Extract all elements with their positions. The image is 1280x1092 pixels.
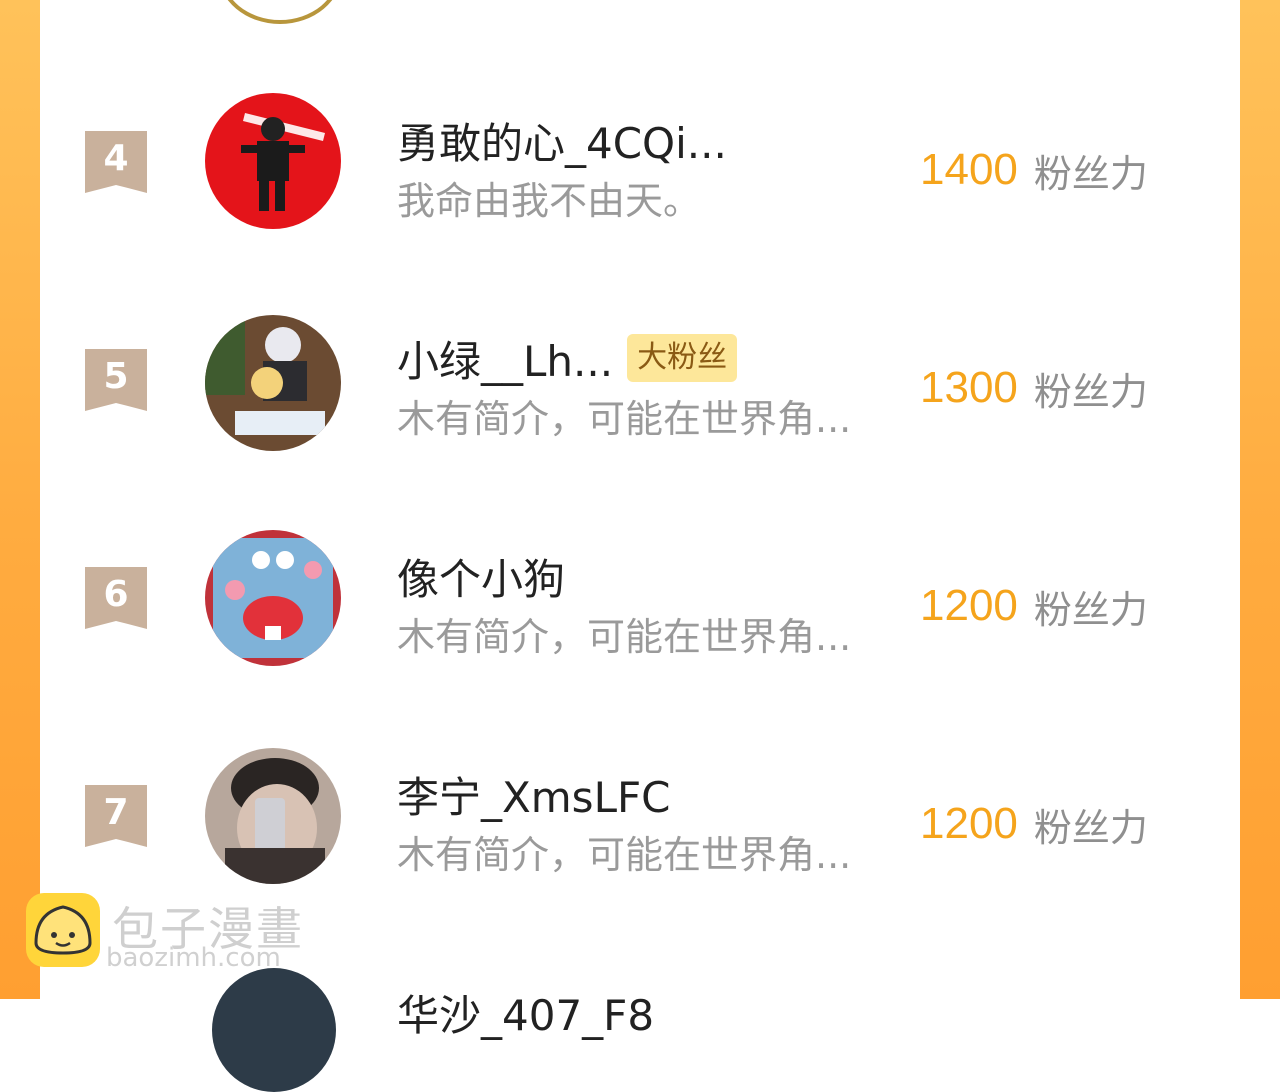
user-bio: 木有简介，可能在世界角...: [397, 615, 852, 659]
fan-power: 1300 粉丝力: [920, 360, 1148, 416]
fan-power: 1200 粉丝力: [920, 796, 1148, 852]
user-name[interactable]: 像个小狗: [397, 546, 565, 607]
list-item[interactable]: 5 小绿__Lh... 大粉丝 木有简介，可能在世界角... 1300 粉丝力: [0, 290, 1280, 470]
avatar[interactable]: [205, 530, 341, 666]
user-bio: 木有简介，可能在世界角...: [397, 397, 852, 441]
list-item[interactable]: 4 勇敢的心_4CQi... 我命由我不由天。 1400 粉丝力: [0, 72, 1280, 252]
rank-badge: 5: [85, 349, 147, 411]
big-fan-badge: 大粉丝: [627, 334, 738, 382]
fan-power-value: 1200: [920, 581, 1018, 630]
fan-power-unit: 粉丝力: [1033, 805, 1148, 850]
fan-power-value: 1300: [920, 363, 1018, 412]
fan-power: 1200 粉丝力: [920, 578, 1148, 634]
bun-logo-icon: [26, 893, 100, 967]
fan-power-value: 1200: [920, 799, 1018, 848]
fan-power-unit: 粉丝力: [1033, 587, 1148, 632]
user-name[interactable]: 李宁_XmsLFC: [397, 764, 670, 825]
user-name[interactable]: 华沙_407_F8: [397, 982, 654, 1043]
rank-badge: 6: [85, 567, 147, 629]
user-name[interactable]: 勇敢的心_4CQi...: [397, 110, 727, 171]
user-name[interactable]: 小绿__Lh...: [397, 328, 613, 389]
fan-power-unit: 粉丝力: [1033, 151, 1148, 196]
rank-badge: 7: [85, 785, 147, 847]
fan-power-value: 1400: [920, 145, 1018, 194]
watermark-en: baozimh.com: [106, 943, 281, 973]
list-item[interactable]: 7 李宁_XmsLFC 木有简介，可能在世界角... 1200 粉丝力: [0, 726, 1280, 906]
site-watermark: 包子漫畫 baozimh.com: [26, 893, 326, 973]
avatar[interactable]: [205, 93, 341, 229]
fan-power: 1400 粉丝力: [920, 142, 1148, 198]
avatar[interactable]: [212, 968, 336, 1092]
fan-power-unit: 粉丝力: [1033, 369, 1148, 414]
user-bio: 木有简介，可能在世界角...: [397, 833, 852, 877]
user-bio: 我命由我不由天。: [397, 179, 702, 223]
avatar[interactable]: [205, 315, 341, 451]
rank-badge: 4: [85, 131, 147, 193]
list-item[interactable]: 6 像个小狗 木有简介，可能在世界角... 1200 粉丝力: [0, 508, 1280, 688]
avatar[interactable]: [205, 748, 341, 884]
